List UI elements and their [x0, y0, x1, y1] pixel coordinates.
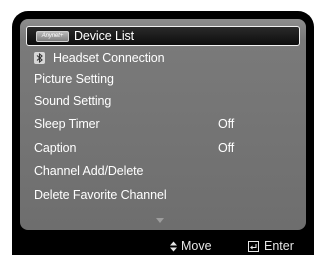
menu-item-sleep-timer[interactable]: Sleep Timer Off	[26, 114, 300, 134]
menu-item-value: Off	[218, 141, 235, 155]
scroll-down-arrow-icon[interactable]	[156, 218, 164, 223]
menu-item-picture-setting[interactable]: Picture Setting	[26, 69, 300, 89]
menu-item-value: Off	[218, 117, 235, 131]
move-hint: Move	[170, 237, 212, 255]
enter-hint: Enter	[248, 237, 294, 255]
up-down-arrow-icon	[170, 241, 177, 252]
menu-item-label: Sound Setting	[34, 94, 112, 108]
menu-item-label: Channel Add/Delete	[34, 164, 144, 178]
footer-hints: Move Enter	[12, 237, 314, 255]
menu-list: Anynet+ Device List Headset Connection P…	[20, 19, 306, 230]
menu-item-label: Picture Setting	[34, 72, 114, 86]
menu-item-label: Device List	[74, 29, 135, 43]
menu-item-channel-add-delete[interactable]: Channel Add/Delete	[26, 161, 300, 181]
menu-item-label: Sleep Timer	[34, 117, 100, 131]
enter-label: Enter	[264, 239, 294, 253]
menu-item-sound-setting[interactable]: Sound Setting	[26, 91, 300, 111]
menu-item-label: Caption	[34, 141, 77, 155]
menu-item-label: Delete Favorite Channel	[34, 188, 167, 202]
menu-item-delete-favorite-channel[interactable]: Delete Favorite Channel	[26, 185, 300, 205]
menu-item-device-list[interactable]: Anynet+ Device List	[26, 26, 300, 46]
enter-icon	[248, 240, 259, 252]
bluetooth-icon	[34, 52, 45, 64]
anynet-logo-icon: Anynet+	[36, 30, 69, 42]
osd-menu-window: Anynet+ Device List Headset Connection P…	[12, 11, 314, 255]
menu-item-label: Headset Connection	[53, 51, 165, 65]
menu-item-headset-connection[interactable]: Headset Connection	[26, 48, 300, 68]
menu-panel: Anynet+ Device List Headset Connection P…	[20, 19, 306, 230]
move-label: Move	[181, 239, 212, 253]
menu-item-caption[interactable]: Caption Off	[26, 138, 300, 158]
